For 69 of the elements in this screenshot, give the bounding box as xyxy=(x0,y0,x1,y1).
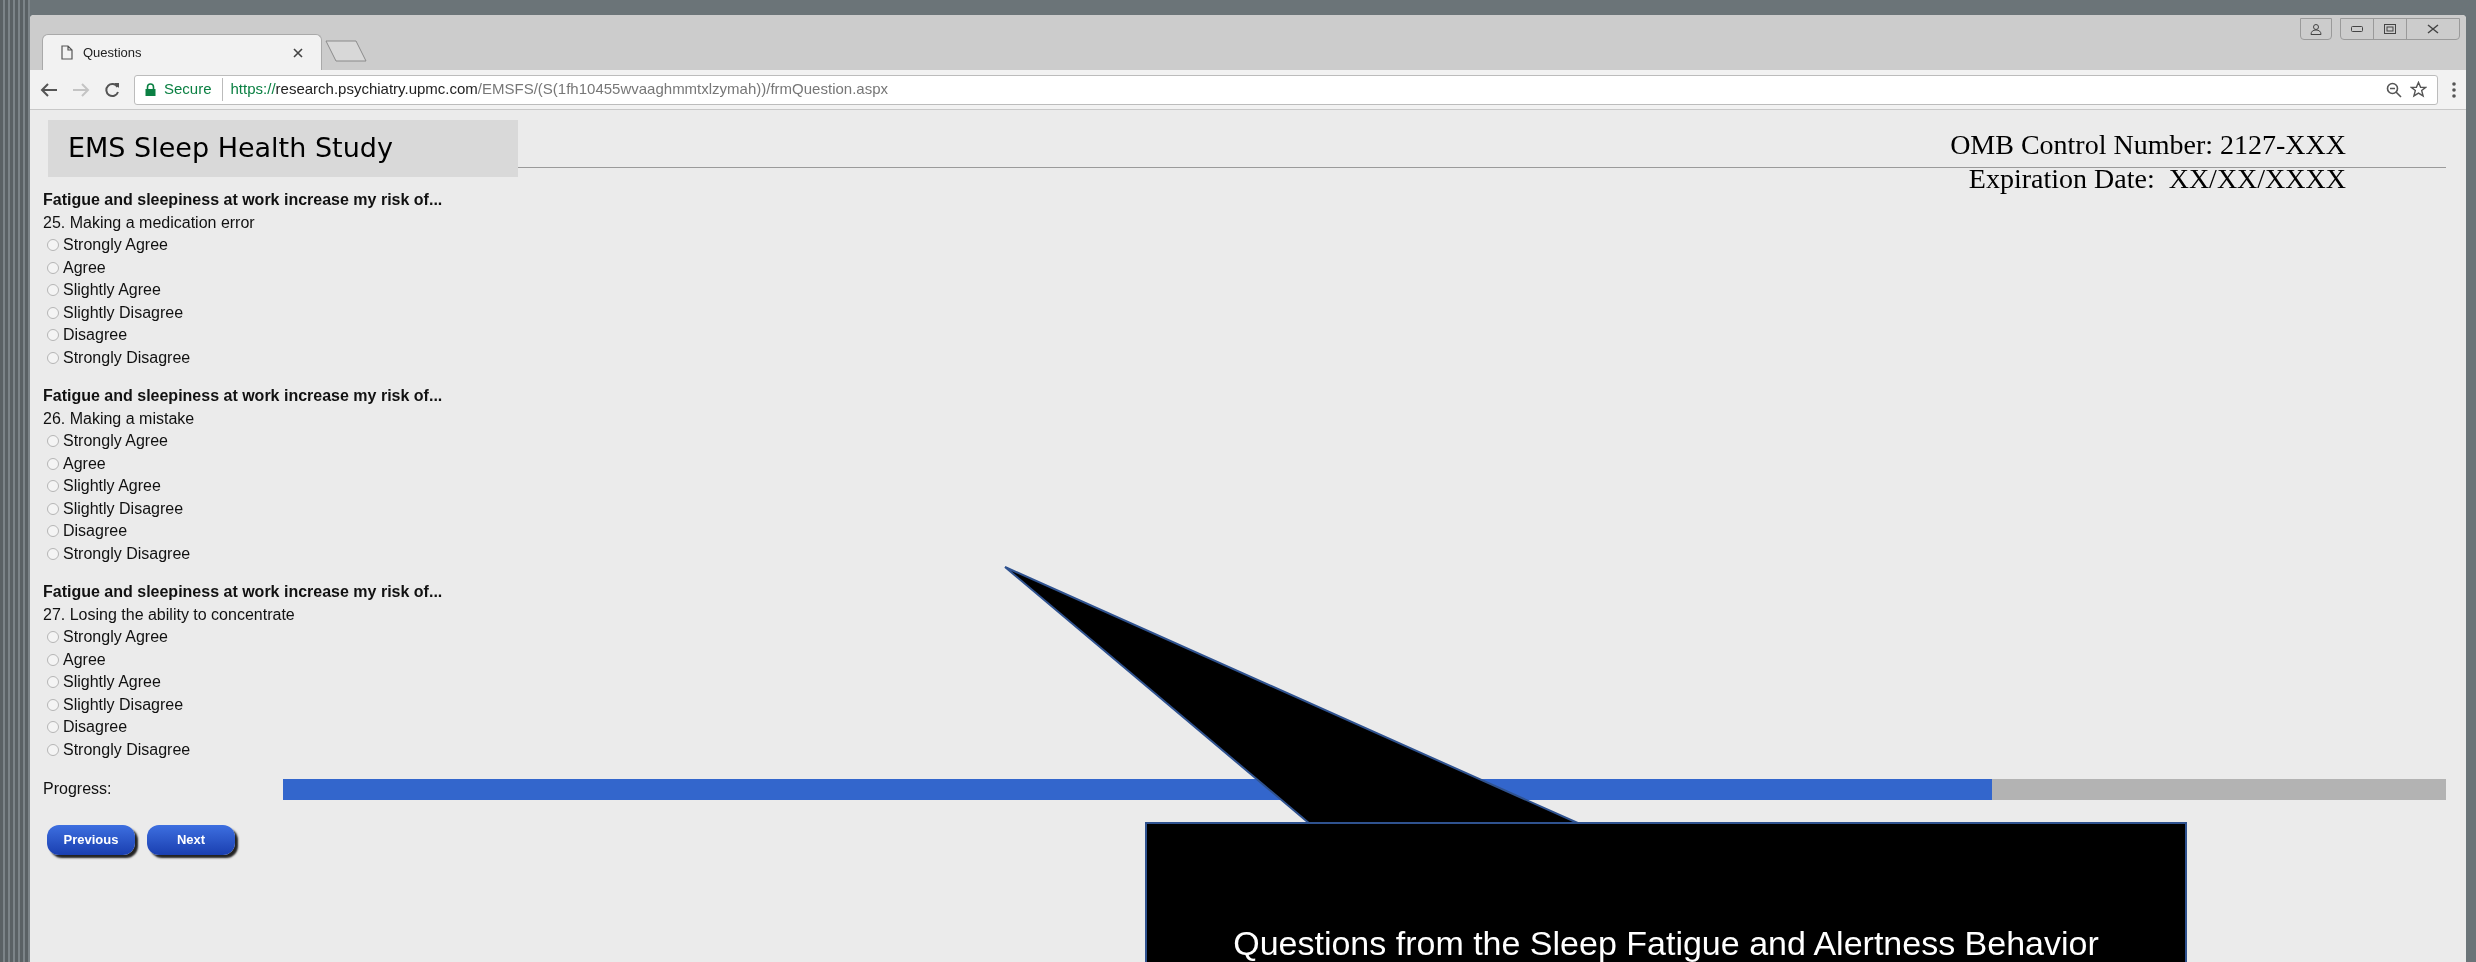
radio-button[interactable] xyxy=(47,653,59,666)
option-label[interactable]: Disagree xyxy=(63,324,128,347)
back-icon[interactable] xyxy=(40,81,58,98)
radio-button[interactable] xyxy=(47,239,59,252)
option-label[interactable]: Strongly Agree xyxy=(63,430,168,453)
reload-icon[interactable] xyxy=(104,81,120,98)
omb-text: Expiration Date: XX/XX/XXXX xyxy=(1968,162,2346,196)
radio-button[interactable] xyxy=(47,351,59,364)
omb-text: OMB Control Number: 2127-XXX xyxy=(1950,128,2346,162)
nav-button[interactable]: Previous xyxy=(47,825,135,855)
option-label[interactable]: Agree xyxy=(63,452,106,475)
option-label[interactable]: Strongly Disagree xyxy=(63,542,191,565)
new-tab-icon[interactable] xyxy=(324,40,368,62)
option-label[interactable]: Slightly Disagree xyxy=(63,693,184,716)
option-label[interactable]: Slightly Agree xyxy=(63,475,161,498)
radio-button[interactable] xyxy=(47,261,59,274)
star-icon[interactable] xyxy=(2410,81,2427,98)
close-icon[interactable] xyxy=(293,47,303,58)
zoom-out-icon[interactable] xyxy=(2386,81,2402,98)
lock-icon xyxy=(145,83,156,96)
radio-button[interactable] xyxy=(47,306,59,319)
study-title: EMS Sleep Health Study xyxy=(48,120,518,177)
radio-button[interactable] xyxy=(47,631,59,644)
minimize-icon xyxy=(2351,26,2363,32)
question-text: 26. Making a mistake xyxy=(43,408,196,429)
radio-button[interactable] xyxy=(47,525,59,538)
progress-label: Progress: xyxy=(43,779,113,799)
option-label[interactable]: Slightly Agree xyxy=(63,671,161,694)
menu-icon[interactable] xyxy=(2452,81,2456,98)
secure-label: Secure xyxy=(164,78,223,101)
option-label[interactable]: Slightly Disagree xyxy=(63,301,184,324)
option-label[interactable]: Disagree xyxy=(63,520,128,543)
option-label[interactable]: Slightly Agree xyxy=(63,279,161,302)
option-label[interactable]: Strongly Disagree xyxy=(63,346,191,369)
option-label[interactable]: Agree xyxy=(63,648,106,671)
profile-button[interactable] xyxy=(2300,18,2332,40)
close-icon xyxy=(2427,24,2439,34)
browser-tab[interactable]: Questions xyxy=(42,34,322,70)
url-text: https://research.psychiatry.upmc.com/EMSFS/(S(1fh10455wvaaghmmtxlzymah))/frmQuestion.aspx xyxy=(230,79,888,100)
option-label[interactable]: Slightly Disagree xyxy=(63,497,184,520)
option-label[interactable]: Strongly Disagree xyxy=(63,738,191,761)
radio-button[interactable] xyxy=(47,743,59,756)
question-prompt: Fatigue and sleepiness at work increase my risk of... xyxy=(43,582,444,602)
option-label[interactable]: Disagree xyxy=(63,716,128,739)
radio-button[interactable] xyxy=(47,698,59,711)
question-text: 25. Making a medication error xyxy=(43,212,256,233)
question-prompt: Fatigue and sleepiness at work increase my risk of... xyxy=(43,190,444,210)
radio-button[interactable] xyxy=(47,721,59,734)
radio-button[interactable] xyxy=(47,435,59,448)
question-prompt: Fatigue and sleepiness at work increase my risk of... xyxy=(43,386,444,406)
maximize-icon xyxy=(2384,24,2396,34)
page-icon xyxy=(61,45,73,60)
option-label[interactable]: Agree xyxy=(63,256,106,279)
option-label[interactable]: Strongly Agree xyxy=(63,234,168,257)
person-icon xyxy=(2310,23,2322,35)
option-label[interactable]: Strongly Agree xyxy=(63,626,168,649)
radio-button[interactable] xyxy=(47,547,59,560)
radio-button[interactable] xyxy=(47,284,59,297)
radio-button[interactable] xyxy=(47,480,59,493)
forward-icon[interactable] xyxy=(72,81,90,98)
radio-button[interactable] xyxy=(47,502,59,515)
radio-button[interactable] xyxy=(47,457,59,470)
tab-title: Questions xyxy=(83,43,143,62)
radio-button[interactable] xyxy=(47,329,59,342)
nav-button[interactable]: Next xyxy=(147,825,235,855)
question-text: 27. Losing the ability to concentrate xyxy=(43,604,296,625)
callout-text: Questions from the Sleep Fatigue and Alertness Behavior xyxy=(1233,924,2099,962)
address-field[interactable]: Secure https://research.psychiatry.upmc.com/EMSFS/(S(1fh10455wvaaghmmtxlzymah))/frmQuestion.aspx xyxy=(134,74,2438,105)
radio-button[interactable] xyxy=(47,676,59,689)
